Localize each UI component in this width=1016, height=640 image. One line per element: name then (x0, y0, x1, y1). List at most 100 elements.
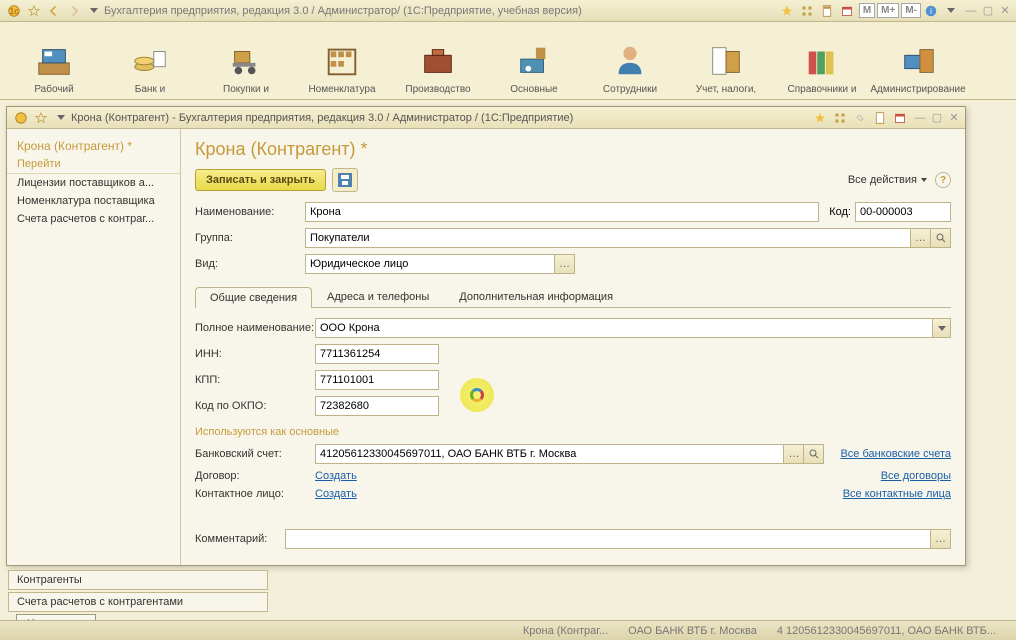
label-bank: Банковский счет: (195, 448, 315, 460)
group-input[interactable] (305, 228, 911, 248)
fullname-dropdown-icon[interactable] (933, 318, 951, 338)
app-logo-icon: 1c (5, 2, 23, 20)
grid-icon[interactable] (831, 109, 849, 127)
outer-titlebar: 1c Бухгалтерия предприятия, редакция 3.0… (0, 0, 1016, 22)
toolbar-item-reference[interactable]: Справочники и (774, 42, 870, 99)
all-bank-link[interactable]: Все банковские счета (840, 448, 951, 460)
all-contacts-link[interactable]: Все контактные лица (843, 488, 951, 500)
bank-lookup-button[interactable]: … (784, 444, 804, 464)
cart-icon (227, 42, 265, 80)
comment-input[interactable] (285, 529, 931, 549)
nav-forward-icon[interactable] (65, 2, 83, 20)
save-button[interactable] (332, 168, 358, 192)
minimize-window-icon[interactable]: — (964, 4, 978, 18)
label-fullname: Полное наименование: (195, 322, 315, 334)
label-kpp: КПП: (195, 374, 315, 386)
label-name: Наименование: (195, 206, 305, 218)
help-icon[interactable]: ? (935, 172, 951, 188)
child-minimize-icon[interactable]: — (913, 111, 927, 125)
m-button[interactable]: M (859, 3, 875, 18)
calc-icon[interactable] (818, 2, 836, 20)
tab-addresses[interactable]: Адреса и телефоны (312, 286, 444, 307)
child-titlebar: Крона (Контрагент) - Бухгалтерия предпри… (7, 107, 965, 129)
toolbar-item-nomenclature[interactable]: Номенклатура (294, 42, 390, 99)
create-contact-link[interactable]: Создать (315, 488, 357, 500)
status-entry: Крона (Контраг... (523, 625, 608, 637)
label-inn: ИНН: (195, 348, 315, 360)
nav-dropdown-icon[interactable] (52, 109, 70, 127)
close-window-icon[interactable]: ✕ (998, 4, 1012, 18)
status-entry: 4 1205612330045697011, ОАО БАНК ВТБ... (777, 625, 996, 637)
status-bar: Крона (Контраг... ОАО БАНК ВТБ г. Москва… (0, 620, 1016, 640)
bank-input[interactable] (315, 444, 784, 464)
label-contract: Договор: (195, 470, 315, 482)
label-okpo: Код по ОКПО: (195, 400, 315, 412)
kpp-input[interactable] (315, 370, 439, 390)
create-contract-link[interactable]: Создать (315, 470, 357, 482)
all-contracts-link[interactable]: Все договоры (881, 470, 951, 482)
tab-general[interactable]: Общие сведения (195, 287, 312, 308)
grid-icon[interactable] (798, 2, 816, 20)
left-panel-item[interactable]: Номенклатура поставщика (7, 192, 180, 210)
m-minus-button[interactable]: M- (901, 3, 921, 18)
toolbar-item-purchases[interactable]: Покупки и (198, 42, 294, 99)
toolbar-item-employees[interactable]: Сотрудники (582, 42, 678, 99)
left-panel-nav[interactable]: Перейти (7, 155, 180, 174)
svg-text:1c: 1c (10, 7, 19, 16)
left-panel-item[interactable]: Счета расчетов с контраг... (7, 210, 180, 228)
left-panel-title: Крона (Контрагент) * (7, 133, 180, 155)
left-panel-item[interactable]: Лицензии поставщиков а... (7, 174, 180, 192)
toolbar-item-admin[interactable]: Администрирование (870, 42, 966, 99)
star-outline-icon[interactable] (32, 109, 50, 127)
label-group: Группа: (195, 232, 305, 244)
content-title: Крона (Контрагент) * (195, 139, 951, 160)
m-plus-button[interactable]: M+ (877, 3, 899, 18)
toolbar-item-accounting[interactable]: Учет, налоги, (678, 42, 774, 99)
nav-back-icon[interactable] (45, 2, 63, 20)
calendar-icon[interactable] (838, 2, 856, 20)
child-close-icon[interactable]: ✕ (947, 111, 961, 125)
lower-panel: Контрагенты Счета расчетов с контрагента… (8, 570, 268, 614)
link-icon[interactable] (851, 109, 869, 127)
star-icon[interactable] (778, 2, 796, 20)
code-input[interactable] (855, 202, 951, 222)
group-lookup-button[interactable]: … (911, 228, 931, 248)
info-icon[interactable]: i (922, 2, 940, 20)
okpo-input[interactable] (315, 396, 439, 416)
toolbar-item-bank[interactable]: Банк и (102, 42, 198, 99)
group-search-icon[interactable] (931, 228, 951, 248)
type-lookup-button[interactable]: … (555, 254, 575, 274)
all-actions-link[interactable]: Все действия (848, 174, 927, 186)
calendar-icon[interactable] (891, 109, 909, 127)
label-comment: Комментарий: (195, 533, 285, 545)
calc-icon[interactable] (871, 109, 889, 127)
briefcase-icon (419, 42, 457, 80)
fullname-input[interactable] (315, 318, 933, 338)
star-icon[interactable] (811, 109, 829, 127)
label-type: Вид: (195, 258, 305, 270)
inn-input[interactable] (315, 344, 439, 364)
admin-icon (899, 42, 937, 80)
name-input[interactable] (305, 202, 819, 222)
toolbar-item-desktop[interactable]: Рабочий (6, 42, 102, 99)
comment-expand-button[interactable]: … (931, 529, 951, 549)
bank-search-icon[interactable] (804, 444, 824, 464)
section-header: Используются как основные (195, 426, 951, 438)
maximize-window-icon[interactable]: ▢ (981, 4, 995, 18)
child-title: Крона (Контрагент) - Бухгалтерия предпри… (71, 112, 810, 124)
machine-icon (515, 42, 553, 80)
shelf-icon (323, 42, 361, 80)
menu-dropdown-icon[interactable] (942, 2, 960, 20)
toolbar-item-production[interactable]: Производство (390, 42, 486, 99)
type-input[interactable] (305, 254, 555, 274)
save-close-button[interactable]: Записать и закрыть (195, 169, 326, 191)
lower-item[interactable]: Счета расчетов с контрагентами (8, 592, 268, 612)
tab-extra[interactable]: Дополнительная информация (444, 286, 628, 307)
star-outline-icon[interactable] (25, 2, 43, 20)
toolbar-item-assets[interactable]: Основные (486, 42, 582, 99)
lower-item[interactable]: Контрагенты (8, 570, 268, 590)
nav-dropdown-icon[interactable] (85, 2, 103, 20)
status-entry: ОАО БАНК ВТБ г. Москва (628, 625, 757, 637)
app-title: Бухгалтерия предприятия, редакция 3.0 / … (104, 5, 777, 17)
child-maximize-icon[interactable]: ▢ (930, 111, 944, 125)
